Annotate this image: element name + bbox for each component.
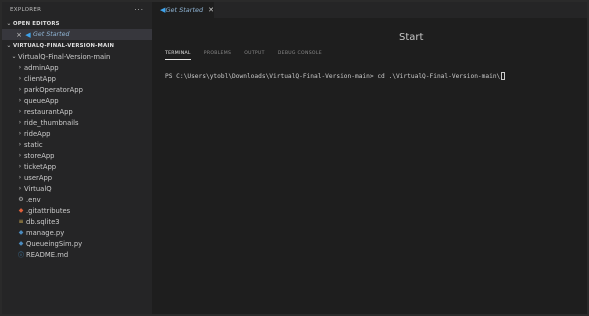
tab-problems[interactable]: PROBLEMS xyxy=(204,50,231,60)
folder-label: restaurantApp xyxy=(24,107,73,116)
file-item[interactable]: ≡ db.sqlite3 xyxy=(2,216,152,227)
folder-label: userApp xyxy=(24,173,53,182)
chevron-right-icon: › xyxy=(18,119,22,126)
tab-get-started[interactable]: ◀ Get Started ✕ xyxy=(152,2,214,18)
chevron-down-icon: ⌄ xyxy=(6,20,12,27)
file-list: ⚙ .env ◆ .gitattributes ≡ db.sqlite3 ◆ manage.p… xyxy=(2,194,152,260)
close-icon[interactable]: ✕ xyxy=(208,6,214,14)
folder-item[interactable]: › ticketApp xyxy=(2,161,152,172)
chevron-right-icon: › xyxy=(18,185,22,192)
root-folder-label: VirtualQ-Final-Version-main xyxy=(18,52,111,61)
file-item[interactable]: ◆ .gitattributes xyxy=(2,205,152,216)
file-label: manage.py xyxy=(26,228,65,237)
open-editors-header[interactable]: ⌄ OPEN EDITORS xyxy=(2,18,152,29)
terminal-line: PS C:\Users\ytobl\Downloads\VirtualQ-Fin… xyxy=(165,73,501,80)
chevron-right-icon: › xyxy=(18,152,22,159)
project-header[interactable]: ⌄ VIRTUALQ-FINAL-VERSION-MAIN xyxy=(2,40,152,51)
folder-item[interactable]: › parkOperatorApp xyxy=(2,84,152,95)
tab-label: Get Started xyxy=(165,6,204,14)
vscode-icon: ◀ xyxy=(25,30,31,39)
folder-item[interactable]: › adminApp xyxy=(2,62,152,73)
file-item[interactable]: ⓘ README.md xyxy=(2,249,152,260)
root-folder[interactable]: ⌄ VirtualQ-Final-Version-main xyxy=(2,51,152,62)
chevron-right-icon: › xyxy=(18,86,22,93)
terminal-cursor xyxy=(501,72,506,80)
open-editors-label: OPEN EDITORS xyxy=(13,20,60,27)
file-item[interactable]: ⚙ .env xyxy=(2,194,152,205)
folder-item[interactable]: › static xyxy=(2,139,152,150)
chevron-right-icon: › xyxy=(18,174,22,181)
folder-label: rideApp xyxy=(24,129,51,138)
project-label: VIRTUALQ-FINAL-VERSION-MAIN xyxy=(13,42,115,49)
folder-item[interactable]: › rideApp xyxy=(2,128,152,139)
file-label: QueueingSim.py xyxy=(26,239,83,248)
folder-item[interactable]: › clientApp xyxy=(2,73,152,84)
folder-item[interactable]: › restaurantApp xyxy=(2,106,152,117)
close-icon[interactable]: × xyxy=(15,31,23,39)
python-icon: ◆ xyxy=(18,240,24,247)
folder-label: ride_thumbnails xyxy=(24,118,79,127)
chevron-right-icon: › xyxy=(18,130,22,137)
database-icon: ≡ xyxy=(18,218,24,225)
python-icon: ◆ xyxy=(18,229,24,236)
open-editor-label: Get Started xyxy=(33,31,70,38)
folder-label: static xyxy=(24,140,43,149)
chevron-right-icon: › xyxy=(18,108,22,115)
folder-label: ticketApp xyxy=(24,162,57,171)
info-icon: ⓘ xyxy=(17,252,24,259)
folder-item[interactable]: › storeApp xyxy=(2,150,152,161)
explorer-header: EXPLORER ··· xyxy=(2,2,152,18)
folder-label: parkOperatorApp xyxy=(24,85,83,94)
folder-label: VirtualQ xyxy=(24,184,52,193)
file-label: .env xyxy=(26,195,41,204)
explorer-sidebar: EXPLORER ··· ⌄ OPEN EDITORS × ◀ Get Star… xyxy=(2,2,152,314)
file-label: README.md xyxy=(26,250,69,259)
folder-label: queueApp xyxy=(24,96,59,105)
tab-bar: ◀ Get Started ✕ xyxy=(152,2,587,18)
file-item[interactable]: ◆ QueueingSim.py xyxy=(2,238,152,249)
open-editor-get-started[interactable]: × ◀ Get Started xyxy=(2,29,152,40)
folder-item[interactable]: › ride_thumbnails xyxy=(2,117,152,128)
panel-tabs: TERMINAL PROBLEMS OUTPUT DEBUG CONSOLE xyxy=(152,50,587,60)
tab-debug-console[interactable]: DEBUG CONSOLE xyxy=(278,50,322,60)
folder-list: › adminApp › clientApp › parkOperatorApp › queu… xyxy=(2,62,152,194)
more-actions-icon[interactable]: ··· xyxy=(134,6,144,14)
folder-item[interactable]: › userApp xyxy=(2,172,152,183)
chevron-down-icon: ⌄ xyxy=(6,42,12,49)
vscode-window: EXPLORER ··· ⌄ OPEN EDITORS × ◀ Get Star… xyxy=(2,2,587,314)
chevron-right-icon: › xyxy=(18,97,22,104)
folder-item[interactable]: › VirtualQ xyxy=(2,183,152,194)
editor-area: ◀ Get Started ✕ Start TERMINAL PROBLEMS … xyxy=(152,2,587,314)
folder-label: clientApp xyxy=(24,74,56,83)
chevron-down-icon: ⌄ xyxy=(11,53,17,60)
chevron-right-icon: › xyxy=(18,64,22,71)
chevron-right-icon: › xyxy=(18,163,22,170)
git-icon: ◆ xyxy=(18,207,24,214)
tab-output[interactable]: OUTPUT xyxy=(244,50,265,60)
chevron-right-icon: › xyxy=(18,75,22,82)
file-label: .gitattributes xyxy=(26,206,71,215)
folder-item[interactable]: › queueApp xyxy=(2,95,152,106)
file-label: db.sqlite3 xyxy=(26,217,60,226)
tab-terminal[interactable]: TERMINAL xyxy=(165,50,191,60)
terminal-output[interactable]: PS C:\Users\ytobl\Downloads\VirtualQ-Fin… xyxy=(152,60,587,80)
explorer-title: EXPLORER xyxy=(10,7,42,13)
file-item[interactable]: ◆ manage.py xyxy=(2,227,152,238)
gear-icon: ⚙ xyxy=(18,196,24,203)
bottom-panel: TERMINAL PROBLEMS OUTPUT DEBUG CONSOLE P… xyxy=(152,50,587,314)
folder-label: adminApp xyxy=(24,63,59,72)
folder-label: storeApp xyxy=(24,151,55,160)
start-heading: Start xyxy=(399,32,424,43)
chevron-right-icon: › xyxy=(18,141,22,148)
